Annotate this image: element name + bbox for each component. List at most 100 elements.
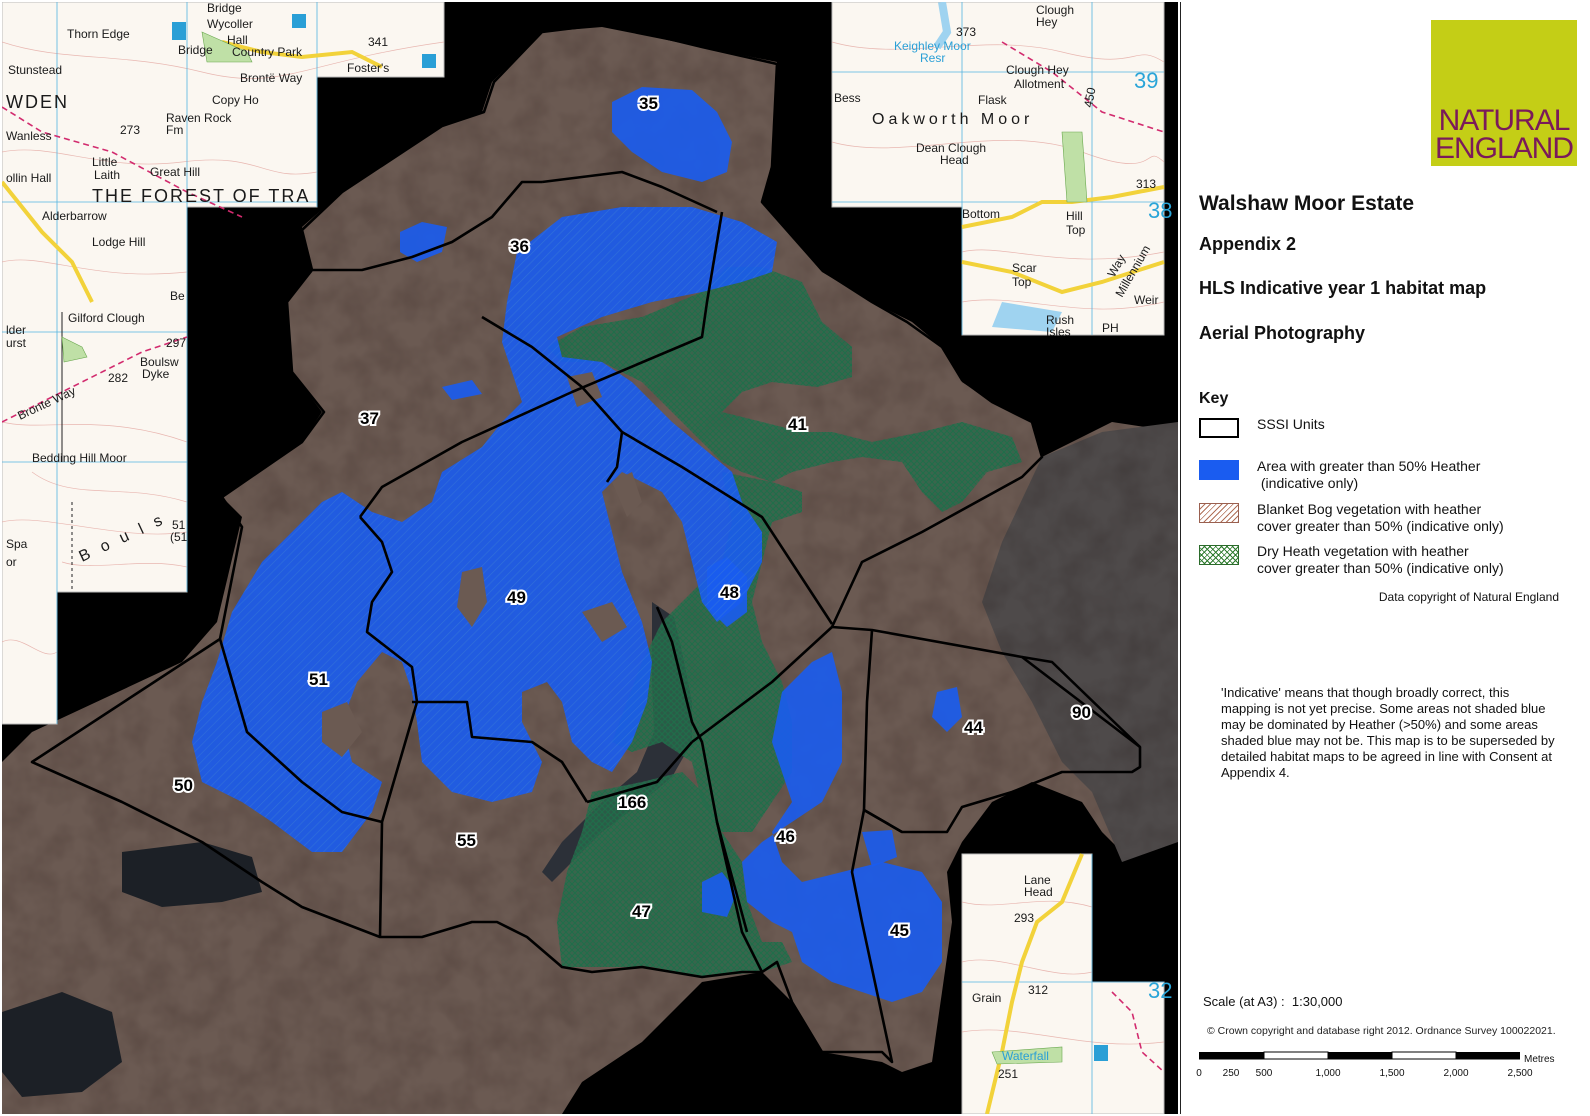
os-label: Isles bbox=[1046, 325, 1071, 339]
indicative-note: 'Indicative' means that though broadly c… bbox=[1221, 685, 1555, 780]
os-label: or bbox=[6, 555, 17, 569]
scale-bar-tick: 1,000 bbox=[1315, 1068, 1340, 1079]
blanket-bog-swatch bbox=[1199, 503, 1239, 523]
legend-panel: NATURAL ENGLAND Walshaw Moor Estate Appe… bbox=[1180, 2, 1589, 1114]
os-label: 297 bbox=[166, 336, 186, 350]
key-item-label: SSSI Units bbox=[1257, 416, 1325, 432]
os-label: Bridge bbox=[178, 43, 213, 57]
os-label: PH bbox=[1102, 321, 1119, 335]
map-title: Walshaw Moor Estate bbox=[1199, 192, 1415, 215]
unit-label-55: 55 bbox=[457, 831, 476, 850]
key-item-label-line: cover greater than 50% (indicative only) bbox=[1257, 560, 1504, 576]
os-label: ollin Hall bbox=[6, 171, 51, 185]
unit-label-37: 37 bbox=[360, 409, 379, 428]
unit-label-47: 47 bbox=[632, 902, 651, 921]
os-label: WDEN bbox=[6, 92, 69, 112]
os-label: 273 bbox=[120, 123, 140, 137]
unit-label-49: 49 bbox=[507, 588, 526, 607]
map-subtitle-basemap: Aerial Photography bbox=[1199, 323, 1366, 343]
os-label: Wycoller bbox=[207, 17, 253, 31]
unit-label-90: 90 bbox=[1072, 703, 1091, 722]
os-label: 38 bbox=[1148, 198, 1172, 223]
key-title: Key bbox=[1199, 390, 1229, 407]
os-label: Resr bbox=[920, 51, 945, 65]
os-label: Oakworth Moor bbox=[872, 111, 1033, 128]
os-label: 373 bbox=[956, 25, 976, 39]
os-label: (51 bbox=[170, 530, 188, 544]
os-label: Head bbox=[1024, 885, 1053, 899]
scale-bar-segment bbox=[1328, 1052, 1392, 1059]
unit-label-35: 35 bbox=[639, 94, 658, 113]
map-subtitle-description: HLS Indicative year 1 habitat map bbox=[1199, 278, 1487, 298]
key-item-label: Area with greater than 50% Heather (indi… bbox=[1257, 458, 1480, 492]
unit-label-51: 51 bbox=[309, 670, 328, 689]
os-label: Fm bbox=[166, 123, 183, 137]
os-label: 251 bbox=[998, 1067, 1018, 1081]
scale-bar-segment bbox=[1456, 1052, 1520, 1059]
os-label: Brontë Way bbox=[240, 71, 302, 85]
os-label: 39 bbox=[1134, 68, 1158, 93]
os-label: Scar bbox=[1012, 261, 1037, 275]
os-label: Hey bbox=[1036, 15, 1057, 29]
scale-bar-segment bbox=[1199, 1052, 1264, 1059]
os-label: Weir bbox=[1134, 293, 1158, 307]
os-label: Alderbarrow bbox=[42, 209, 107, 223]
key-item-label: Dry Heath vegetation with heather cover … bbox=[1257, 543, 1504, 577]
os-label: Stunstead bbox=[8, 63, 62, 77]
logo-line-2: ENGLAND bbox=[1434, 132, 1574, 165]
scale-bar: Metres 0 250 500 1,000 1,500 2,000 2,500 bbox=[1196, 1051, 1555, 1079]
os-label: Dyke bbox=[142, 367, 170, 381]
unit-label-41: 41 bbox=[788, 415, 807, 434]
os-label: Allotment bbox=[1014, 77, 1065, 91]
key-item-label-line: Blanket Bog vegetation with heather bbox=[1257, 501, 1482, 517]
os-label: Flask bbox=[978, 93, 1008, 107]
aerial-map[interactable]: 35 36 37 41 48 49 51 50 55 166 46 47 45 … bbox=[2, 2, 1178, 1114]
os-label: Be bbox=[170, 289, 185, 303]
os-label: lder bbox=[6, 323, 26, 337]
map-sheet: 35 36 37 41 48 49 51 50 55 166 46 47 45 … bbox=[0, 0, 1590, 1116]
os-label: Bess bbox=[834, 91, 861, 105]
os-label: Wanless bbox=[6, 129, 52, 143]
os-label: Great Hill bbox=[150, 165, 200, 179]
scale-bar-tick: 250 bbox=[1223, 1068, 1240, 1079]
os-label: 341 bbox=[368, 35, 388, 49]
scale-bar-segment bbox=[1391, 1051, 1457, 1060]
scale-bar-tick: 2,500 bbox=[1507, 1068, 1532, 1079]
crown-copyright: © Crown copyright and database right 201… bbox=[1207, 1025, 1556, 1037]
os-label: Head bbox=[940, 153, 969, 167]
os-label: Bridge bbox=[207, 2, 242, 15]
os-label: Spa bbox=[6, 537, 28, 551]
unit-label-46: 46 bbox=[776, 827, 795, 846]
scale-bar-tick: 0 bbox=[1196, 1068, 1202, 1079]
scale-value: 1:30,000 bbox=[1291, 994, 1343, 1009]
heather-swatch bbox=[1199, 460, 1239, 480]
os-label: Country Park bbox=[232, 45, 303, 59]
unit-label-166: 166 bbox=[618, 793, 646, 812]
unit-label-44: 44 bbox=[964, 718, 983, 737]
os-label: 282 bbox=[108, 371, 128, 385]
sssi-units-swatch bbox=[1199, 418, 1239, 438]
scale-bar-tick: 1,500 bbox=[1379, 1068, 1404, 1079]
key-item-label-line: cover greater than 50% (indicative only) bbox=[1257, 518, 1504, 534]
os-label: 313 bbox=[1136, 177, 1156, 191]
os-label: Foster's bbox=[347, 61, 389, 75]
natural-england-logo: NATURAL ENGLAND bbox=[1431, 20, 1577, 166]
os-label: THE FOREST OF TRA bbox=[92, 186, 310, 206]
scale-bar-unit: Metres bbox=[1524, 1054, 1555, 1065]
os-label: Grain bbox=[972, 991, 1001, 1005]
os-label: 293 bbox=[1014, 911, 1034, 925]
unit-label-36: 36 bbox=[510, 237, 529, 256]
os-label: Thorn Edge bbox=[67, 27, 130, 41]
scale-bar-tick: 500 bbox=[1256, 1068, 1273, 1079]
scale-bar-tick: 2,000 bbox=[1443, 1068, 1468, 1079]
unit-label-50: 50 bbox=[174, 776, 193, 795]
os-label: 32 bbox=[1148, 978, 1172, 1003]
os-label: Bedding Hill Moor bbox=[32, 451, 127, 465]
key-item-label-line: (indicative only) bbox=[1257, 475, 1359, 491]
scale-label: Scale (at A3) : bbox=[1203, 994, 1285, 1009]
os-label: Copy Ho bbox=[212, 93, 259, 107]
key-item-label-line: Area with greater than 50% Heather bbox=[1257, 458, 1481, 474]
os-label: Clough Hey bbox=[1006, 63, 1069, 77]
os-label: Gilford Clough bbox=[68, 311, 145, 325]
key-item-label: Blanket Bog vegetation with heather cove… bbox=[1257, 501, 1504, 535]
